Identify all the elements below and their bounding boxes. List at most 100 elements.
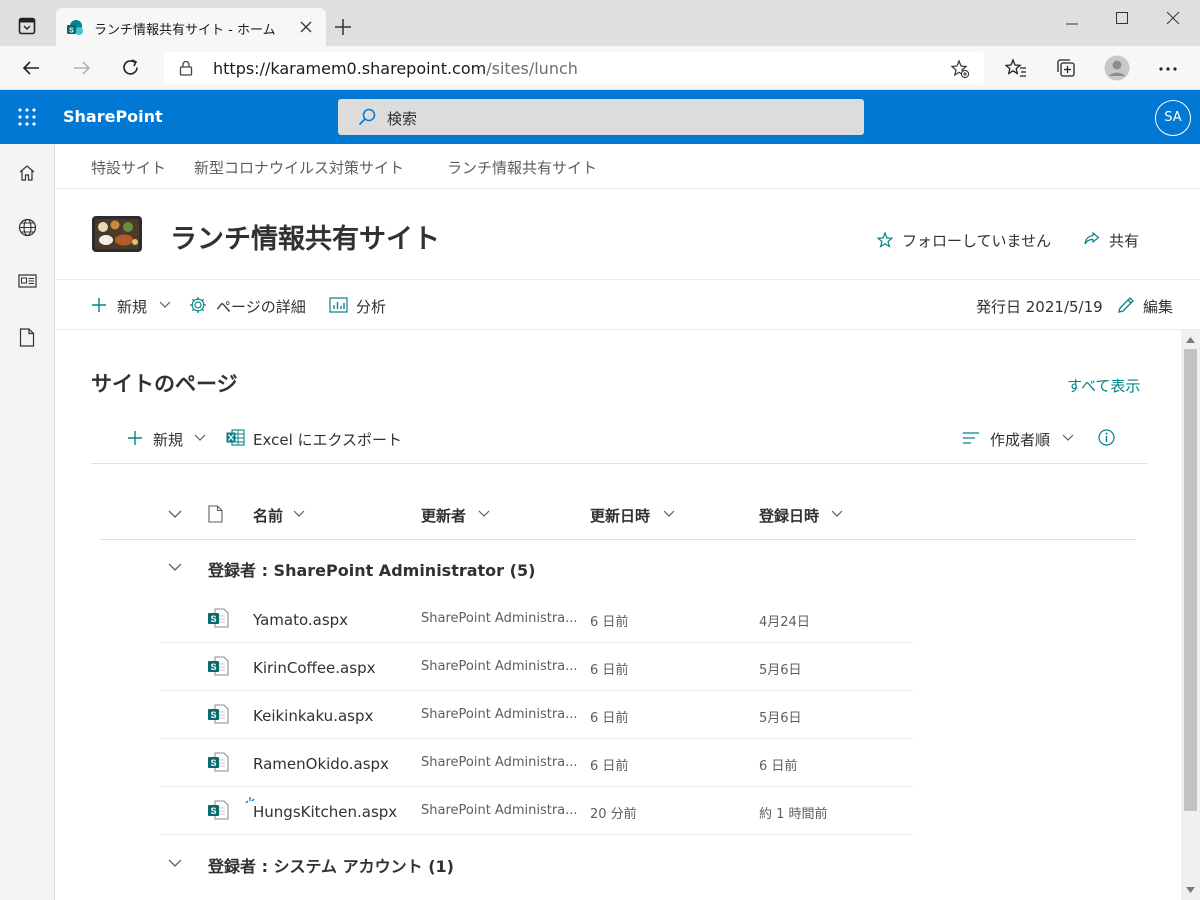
table-row[interactable]: S Keikinkaku.aspx SharePoint Administra.… [160, 691, 913, 739]
column-header-name[interactable]: 名前 [253, 505, 283, 526]
star-icon[interactable] [877, 232, 893, 248]
modified-by: SharePoint Administra... [421, 659, 578, 674]
scrollbar-thumb[interactable] [1184, 349, 1197, 811]
chevron-down-icon[interactable] [168, 510, 182, 519]
refresh-icon[interactable] [120, 57, 141, 78]
profile-icon[interactable] [1104, 55, 1130, 81]
analytics-icon[interactable] [329, 297, 348, 313]
svg-text:S: S [210, 662, 216, 672]
table-row[interactable]: S RamenOkido.aspx SharePoint Administra.… [160, 739, 913, 787]
file-type-icon[interactable] [208, 505, 223, 523]
svg-text:S: S [69, 28, 74, 35]
minimize-icon[interactable] [1065, 17, 1079, 31]
analytics-button[interactable]: 分析 [356, 296, 386, 317]
site-title[interactable]: ランチ情報共有サイト [170, 217, 440, 256]
site-logo[interactable] [91, 215, 143, 253]
chevron-down-icon[interactable] [663, 510, 675, 518]
chevron-down-icon[interactable] [478, 510, 490, 518]
file-name[interactable]: Keikinkaku.aspx [253, 707, 373, 725]
app-launcher-icon[interactable] [18, 108, 36, 126]
browser-window-icon[interactable] [18, 17, 36, 35]
collections-icon[interactable] [1055, 57, 1077, 79]
sharepoint-brand[interactable]: SharePoint [63, 107, 163, 126]
modified-date: 20 分前 [590, 807, 637, 822]
sort-lines-icon[interactable] [962, 431, 980, 445]
chevron-down-icon[interactable] [168, 859, 182, 868]
created-date: 4月24日 [759, 615, 810, 630]
modified-by: SharePoint Administra... [421, 707, 578, 722]
edit-icon[interactable] [1117, 296, 1135, 314]
lock-icon[interactable] [179, 60, 193, 76]
file-name[interactable]: RamenOkido.aspx [253, 755, 389, 773]
tab-title: ランチ情報共有サイト - ホーム [94, 23, 276, 38]
address-bar[interactable]: https://karamem0.sharepoint.com/sites/lu… [164, 52, 984, 84]
new-tab-icon[interactable] [334, 18, 352, 36]
url-path: /sites/lunch [486, 59, 578, 78]
new-button[interactable]: 新規 [117, 296, 147, 317]
chevron-down-icon[interactable] [1062, 434, 1074, 442]
browser-toolbar: https://karamem0.sharepoint.com/sites/lu… [0, 46, 1200, 90]
follow-button[interactable]: フォローしていません [902, 230, 1051, 251]
gear-icon[interactable] [189, 296, 207, 314]
sort-by-button[interactable]: 作成者順 [990, 429, 1050, 450]
home-icon[interactable] [18, 164, 36, 182]
table-row[interactable]: S Yamato.aspx SharePoint Administra... 6… [160, 595, 913, 643]
info-icon[interactable] [1098, 429, 1115, 446]
svg-text:S: S [210, 806, 216, 816]
plus-icon[interactable] [127, 430, 143, 446]
excel-icon[interactable] [226, 429, 245, 446]
sharepoint-page-icon: S [207, 608, 229, 628]
table-row[interactable]: S KirinCoffee.aspx SharePoint Administra… [160, 643, 913, 691]
news-icon[interactable] [18, 273, 37, 290]
edit-button[interactable]: 編集 [1143, 296, 1173, 317]
search-placeholder: 検索 [387, 110, 418, 128]
url-host: https://karamem0.sharepoint.com [213, 59, 487, 78]
chevron-down-icon[interactable] [293, 510, 305, 518]
modified-date: 6 日前 [590, 711, 629, 726]
page-details-button[interactable]: ページの詳細 [216, 296, 306, 317]
modified-by: SharePoint Administra... [421, 803, 578, 818]
column-header-created[interactable]: 登録日時 [759, 505, 819, 526]
column-header-modified[interactable]: 更新日時 [590, 505, 650, 526]
favorites-icon[interactable] [1005, 57, 1027, 79]
globe-icon[interactable] [18, 218, 37, 237]
hub-nav-item[interactable]: ランチ情報共有サイト [447, 157, 597, 178]
chevron-down-icon[interactable] [194, 434, 206, 442]
file-name[interactable]: KirinCoffee.aspx [253, 659, 375, 677]
group-header[interactable]: 登録者 : システム アカウント (1) [208, 853, 454, 877]
share-icon[interactable] [1083, 231, 1100, 247]
avatar[interactable]: SA [1155, 100, 1191, 136]
created-date: 6 日前 [759, 759, 798, 774]
scroll-down-icon[interactable] [1186, 887, 1195, 893]
file-name[interactable]: HungsKitchen.aspx [253, 803, 397, 821]
file-name[interactable]: Yamato.aspx [253, 611, 348, 629]
export-to-excel-button[interactable]: Excel にエクスポート [253, 429, 402, 450]
close-icon[interactable] [1166, 11, 1180, 25]
document-icon[interactable] [19, 328, 35, 347]
close-icon[interactable] [299, 20, 313, 34]
list-new-button[interactable]: 新規 [153, 429, 183, 450]
share-button[interactable]: 共有 [1109, 230, 1139, 251]
hub-nav-item[interactable]: 特設サイト [91, 157, 166, 178]
chevron-down-icon[interactable] [159, 301, 171, 309]
maximize-icon[interactable] [1115, 11, 1129, 25]
favorite-add-icon[interactable] [950, 59, 970, 79]
more-icon[interactable] [1158, 66, 1178, 72]
published-date: 発行日 2021/5/19 [976, 298, 1103, 316]
scroll-up-icon[interactable] [1186, 337, 1195, 343]
column-header-modified-by[interactable]: 更新者 [421, 505, 466, 526]
group-header[interactable]: 登録者 : SharePoint Administrator (5) [208, 557, 535, 581]
chevron-down-icon[interactable] [831, 510, 843, 518]
see-all-link[interactable]: すべて表示 [1067, 375, 1140, 396]
page-command-bar: 新規 ページの詳細 分析 発行日 2021/5/19 編集 [56, 280, 1200, 330]
hub-nav-item[interactable]: 新型コロナウイルス対策サイト [194, 157, 404, 178]
chevron-down-icon[interactable] [168, 563, 182, 572]
url-text: https://karamem0.sharepoint.com/sites/lu… [213, 59, 578, 78]
search-input[interactable]: 検索 [338, 99, 864, 135]
back-icon[interactable] [21, 58, 41, 78]
table-row[interactable]: S HungsKitchen.aspx SharePoint Administr… [160, 787, 913, 835]
plus-icon[interactable] [91, 297, 107, 313]
browser-tab[interactable]: S ランチ情報共有サイト - ホーム [56, 8, 326, 46]
sharepoint-page-icon: S [207, 800, 229, 820]
forward-icon[interactable] [72, 58, 92, 78]
